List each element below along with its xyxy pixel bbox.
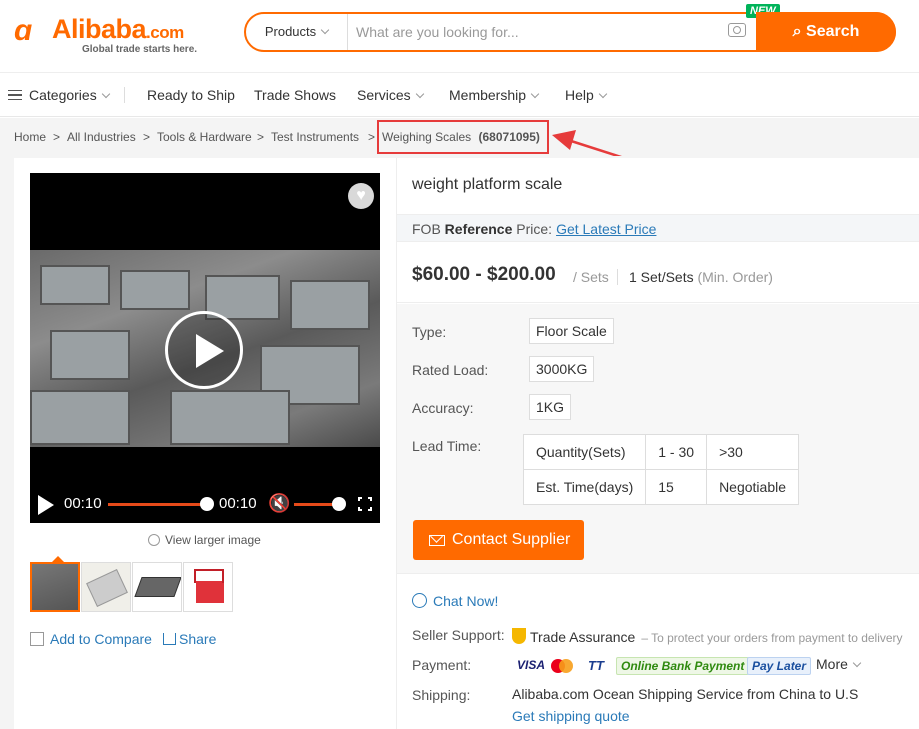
- table-row: Est. Time(days) 15 Negotiable: [522, 469, 800, 505]
- menu-icon: [8, 90, 22, 100]
- volume-handle[interactable]: [332, 497, 346, 511]
- trade-assurance[interactable]: Trade Assurance – To protect your orders …: [512, 626, 903, 645]
- price-unit: / Sets: [573, 269, 609, 285]
- nav-services[interactable]: Services: [357, 87, 424, 103]
- product-title: weight platform scale: [412, 176, 563, 193]
- mail-icon: [429, 535, 445, 546]
- price-range: $60.00 - $200.00: [412, 264, 556, 285]
- seller-support-label: Seller Support:: [412, 627, 505, 643]
- logo-tagline: Global trade starts here.: [82, 44, 198, 55]
- highlight-box: [377, 120, 549, 154]
- product-attributes: Type: Floor Scale Rated Load: 3000KG Acc…: [397, 304, 919, 574]
- attr-value-rated-load: 3000KG: [529, 356, 595, 382]
- get-shipping-quote-link[interactable]: Get shipping quote: [512, 708, 630, 724]
- lead-time-table: Quantity(Sets) 1 - 30 >30 Est. Time(days…: [522, 434, 800, 505]
- search-input[interactable]: [356, 19, 716, 45]
- contact-supplier-button[interactable]: Contact Supplier: [413, 520, 584, 560]
- nav-ready-to-ship[interactable]: Ready to Ship: [147, 87, 235, 103]
- pay-later-badge: Pay Later: [747, 657, 812, 675]
- get-latest-price-link[interactable]: Get Latest Price: [556, 221, 656, 237]
- top-header: ɑ Alibaba.com Global trade starts here. …: [0, 0, 919, 73]
- thumbnail-4[interactable]: [183, 562, 233, 612]
- logo-icon: ɑ: [14, 14, 32, 47]
- chevron-down-icon: [852, 658, 862, 668]
- online-bank-payment-badge: Online Bank Payment: [616, 657, 750, 675]
- table-row: Quantity(Sets) 1 - 30 >30: [522, 434, 800, 470]
- more-payment-dropdown[interactable]: More: [816, 656, 862, 672]
- logo-suffix: .com: [146, 23, 184, 42]
- logo-text: Alibaba: [52, 14, 147, 44]
- thumbnail-2[interactable]: [81, 562, 131, 612]
- time-elapsed: 00:10: [64, 495, 102, 512]
- chevron-down-icon: [320, 25, 330, 35]
- attr-label-type: Type:: [412, 324, 447, 340]
- attr-value-accuracy: 1KG: [529, 394, 572, 420]
- nav-help[interactable]: Help: [565, 87, 608, 103]
- breadcrumb-all-industries[interactable]: All Industries: [67, 130, 136, 144]
- nav-membership[interactable]: Membership: [449, 87, 540, 103]
- breadcrumb-tools-hardware[interactable]: Tools & Hardware: [157, 130, 252, 144]
- main-nav: Categories Ready to Ship Trade Shows Ser…: [0, 73, 919, 117]
- mastercard-icon: [551, 659, 573, 673]
- view-larger-link[interactable]: View larger image: [148, 532, 261, 547]
- alibaba-logo[interactable]: ɑ Alibaba.com Global trade starts here.: [14, 14, 214, 55]
- min-order: 1 Set/Sets (Min. Order): [629, 269, 773, 285]
- chevron-down-icon: [530, 89, 540, 99]
- attr-value-type: Floor Scale: [529, 318, 614, 344]
- search-category-select[interactable]: Products: [246, 14, 348, 50]
- shipping-label: Shipping:: [412, 687, 471, 703]
- breadcrumb-home[interactable]: Home: [14, 130, 46, 144]
- thumbnail-3[interactable]: [132, 562, 182, 612]
- camera-icon[interactable]: [728, 23, 746, 37]
- attr-label-rated-load: Rated Load:: [412, 362, 489, 378]
- add-to-compare[interactable]: Add to Compare: [30, 630, 152, 647]
- price-bar: $60.00 - $200.00 / Sets 1 Set/Sets (Min.…: [397, 243, 919, 303]
- chat-now-link[interactable]: Chat Now!: [412, 591, 498, 609]
- shipping-text: Alibaba.com Ocean Shipping Service from …: [512, 686, 859, 702]
- progress-handle[interactable]: [200, 497, 214, 511]
- video-controls: 00:10 00:10 🔇: [30, 489, 380, 519]
- play-button-icon[interactable]: [38, 495, 54, 515]
- attr-label-accuracy: Accuracy:: [412, 400, 474, 416]
- nav-divider: [124, 87, 125, 103]
- lead-time-label: Lead Time:: [412, 438, 482, 454]
- product-video[interactable]: ♥ 00:10 00:10 🔇: [30, 173, 380, 523]
- breadcrumb-test-instruments[interactable]: Test Instruments: [271, 130, 359, 144]
- visa-icon: VISA: [517, 658, 546, 672]
- chevron-down-icon: [598, 89, 608, 99]
- fullscreen-icon[interactable]: [357, 496, 373, 512]
- share-button[interactable]: Share: [163, 631, 216, 647]
- thumbnail-1[interactable]: [30, 562, 80, 612]
- chevron-down-icon: [415, 89, 424, 99]
- zoom-icon: [148, 534, 160, 546]
- chevron-down-icon: [101, 89, 110, 99]
- search-bar: Products NEW ⌕ Search: [244, 4, 896, 52]
- compare-checkbox[interactable]: [30, 632, 44, 646]
- time-total: 00:10: [219, 495, 257, 512]
- favorite-heart-icon[interactable]: ♥: [348, 183, 374, 209]
- play-icon[interactable]: [165, 311, 243, 389]
- chat-icon: [412, 593, 427, 608]
- nav-trade-shows[interactable]: Trade Shows: [254, 87, 336, 103]
- progress-bar[interactable]: [108, 503, 206, 506]
- trade-assurance-icon: [512, 628, 526, 644]
- fob-price-bar: FOB Reference Price: Get Latest Price: [397, 214, 919, 242]
- mute-icon[interactable]: 🔇: [268, 493, 290, 514]
- payment-label: Payment:: [412, 657, 472, 673]
- nav-categories[interactable]: Categories: [8, 87, 110, 103]
- search-button[interactable]: ⌕ Search: [756, 12, 896, 52]
- tt-icon: TT: [588, 658, 604, 673]
- share-icon: [163, 633, 176, 645]
